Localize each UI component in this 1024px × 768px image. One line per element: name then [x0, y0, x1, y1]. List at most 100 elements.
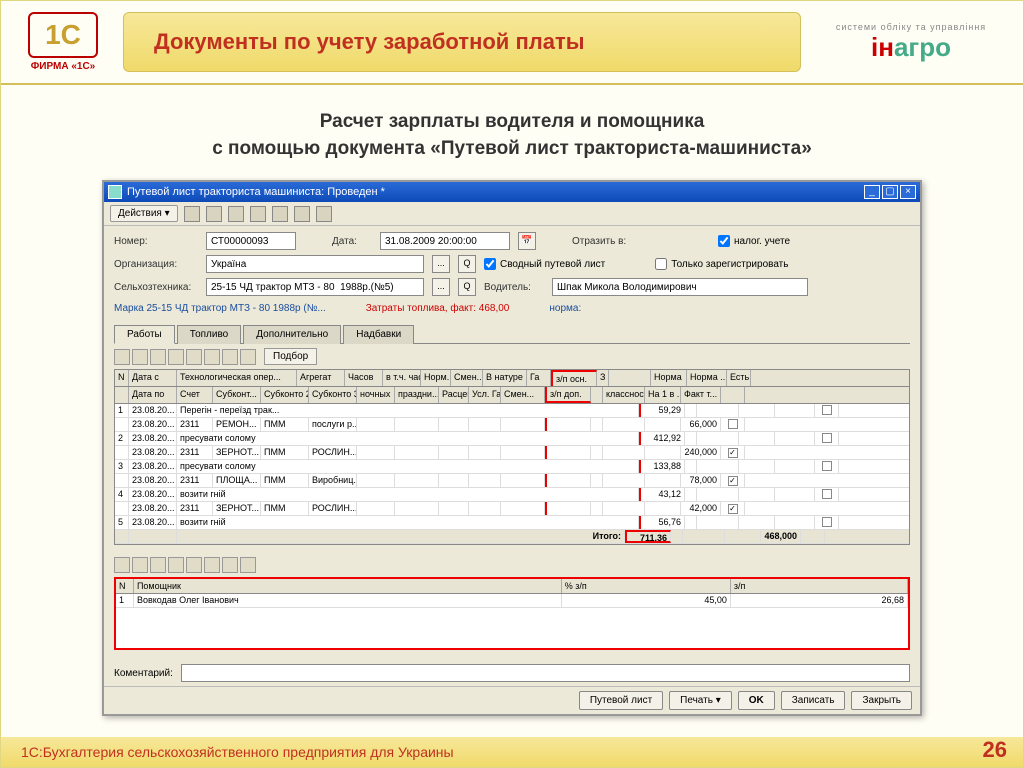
total-ft: 468,000 [761, 530, 801, 543]
grid-subheader: Дата по Счет Субконт... Субконто 2 Субко… [115, 387, 909, 404]
date-picker-button[interactable]: 📅 [518, 232, 536, 250]
driver-label: Водитель: [484, 282, 544, 293]
tech-lookup-button[interactable]: ... [432, 278, 450, 296]
comment-label: Коментарий: [114, 668, 173, 679]
helpers-grid[interactable]: N Помощник % з/п з/п 1 Вовкодав Олег Іва… [114, 577, 910, 650]
tabs: Работы Топливо Дополнительно Надбавки [114, 324, 910, 344]
down-icon[interactable] [204, 557, 220, 573]
info-brand: Марка 25-15 ЧД трактор МТЗ - 80 1988р (№… [114, 303, 326, 314]
edit-icon[interactable] [150, 557, 166, 573]
table-row[interactable]: 423.08.20...возити гній43,12 [115, 488, 909, 502]
info-norm: норма: [549, 303, 581, 314]
works-grid[interactable]: N Дата с Технологическая опер... Агрегат… [114, 369, 910, 545]
up-icon[interactable] [186, 557, 202, 573]
selection-button[interactable]: Подбор [264, 348, 317, 365]
actions-menu[interactable]: Действия ▾ [110, 205, 178, 222]
org-lookup-button[interactable]: ... [432, 255, 450, 273]
toolbar-icon[interactable] [206, 206, 222, 222]
grid-total-row: Итого: 711,36 468,000 [115, 530, 909, 544]
save-button[interactable]: Записать [781, 691, 846, 710]
delete-icon[interactable] [168, 349, 184, 365]
subtitle-line1: Расчет зарплаты водителя и помощника [320, 111, 705, 132]
helpers-toolbar [114, 553, 910, 577]
works-toolbar: Подбор [114, 344, 910, 369]
copy-icon[interactable] [132, 557, 148, 573]
add-icon[interactable] [114, 349, 130, 365]
grid-header: N Дата с Технологическая опер... Агрегат… [115, 370, 909, 387]
number-label: Номер: [114, 236, 198, 247]
info-row: Марка 25-15 ЧД трактор МТЗ - 80 1988р (№… [114, 301, 910, 320]
close-button[interactable]: × [900, 185, 916, 199]
table-row[interactable]: 23.08.20...2311РЕМОН...ПММпослуги р...66… [115, 418, 909, 432]
table-row[interactable]: 523.08.20...возити гній56,76 [115, 516, 909, 530]
comment-row: Коментарий: [104, 656, 920, 686]
toolbar-icon[interactable] [250, 206, 266, 222]
table-row[interactable]: 23.08.20...2311ЗЕРНОТ...ПММРОСЛИН...42,0… [115, 502, 909, 516]
toolbar-icon[interactable] [184, 206, 200, 222]
app-window: Путевой лист тракториста машиниста: Пров… [102, 180, 922, 716]
sort-icon[interactable] [222, 349, 238, 365]
title-band: Документы по учету заработной платы [123, 12, 801, 72]
table-row[interactable]: 223.08.20...пресувати солому412,92 [115, 432, 909, 446]
total-zp: 711,36 [625, 530, 671, 543]
print-button[interactable]: Печать ▾ [669, 691, 732, 710]
zp-header: з/п осн. [551, 370, 597, 386]
add-icon[interactable] [114, 557, 130, 573]
date-label: Дата: [332, 236, 372, 247]
tax-checkbox[interactable]: налог. учете [718, 235, 790, 247]
table-row[interactable]: 123.08.20...Перегін - переїзд трак...59,… [115, 404, 909, 418]
table-row[interactable]: 23.08.20...2311ЗЕРНОТ...ПММРОСЛИН...240,… [115, 446, 909, 460]
helpers-header: N Помощник % з/п з/п [116, 579, 908, 594]
helper-row[interactable]: 1 Вовкодав Олег Іванович 45,00 26,68 [116, 594, 908, 608]
slide-header: 1С ФИРМА «1С» Документы по учету заработ… [1, 1, 1023, 85]
number-input[interactable] [206, 232, 296, 250]
reflect-label: Отразить в: [572, 236, 642, 247]
date-input[interactable] [380, 232, 510, 250]
only-register-checkbox[interactable]: Только зарегистрировать [655, 258, 788, 270]
waybill-button[interactable]: Путевой лист [579, 691, 663, 710]
org-open-button[interactable]: Q [458, 255, 476, 273]
form-body: Номер: Дата: 📅 Отразить в: налог. учете … [104, 226, 920, 656]
tech-open-button[interactable]: Q [458, 278, 476, 296]
org-label: Организация: [114, 259, 198, 270]
filter-icon[interactable] [240, 349, 256, 365]
subtitle: Расчет зарплаты водителя и помощника с п… [1, 85, 1023, 180]
logo-1c: 1С ФИРМА «1С» [13, 12, 113, 72]
copy-icon[interactable] [132, 349, 148, 365]
table-row[interactable]: 323.08.20...пресувати солому133,88 [115, 460, 909, 474]
inagro-wordmark: інагро [811, 32, 1011, 63]
window-icon [108, 185, 122, 199]
sort-icon[interactable] [222, 557, 238, 573]
window-title: Путевой лист тракториста машиниста: Пров… [127, 186, 864, 198]
tech-input[interactable] [206, 278, 424, 296]
close-window-button[interactable]: Закрыть [851, 691, 912, 710]
tab-fuel[interactable]: Топливо [177, 325, 242, 344]
consolidated-checkbox[interactable]: Сводный путевой лист [484, 258, 605, 270]
subtitle-line2: с помощью документа «Путевой лист тракто… [212, 138, 812, 159]
table-row[interactable]: 23.08.20...2311ПЛОЩА...ПММВиробниц...78,… [115, 474, 909, 488]
toolbar-icon[interactable] [294, 206, 310, 222]
driver-input[interactable] [552, 278, 808, 296]
org-input[interactable] [206, 255, 424, 273]
comment-input[interactable] [181, 664, 910, 682]
delete-icon[interactable] [168, 557, 184, 573]
minimize-button[interactable]: _ [864, 185, 880, 199]
tab-works[interactable]: Работы [114, 325, 175, 344]
tab-allowances[interactable]: Надбавки [343, 325, 414, 344]
down-icon[interactable] [204, 349, 220, 365]
up-icon[interactable] [186, 349, 202, 365]
filter-icon[interactable] [240, 557, 256, 573]
toolbar-icon[interactable] [228, 206, 244, 222]
edit-icon[interactable] [150, 349, 166, 365]
page-number: 26 [983, 737, 1007, 763]
maximize-button[interactable]: ▢ [882, 185, 898, 199]
tab-additional[interactable]: Дополнительно [243, 325, 341, 344]
titlebar: Путевой лист тракториста машиниста: Пров… [104, 182, 920, 202]
ok-button[interactable]: OK [738, 691, 775, 710]
logo-1c-label: ФИРМА «1С» [13, 61, 113, 72]
footer-text: 1С:Бухгалтерия сельскохозяйственного пре… [21, 744, 454, 760]
info-fuel: Затраты топлива, факт: 468,00 [366, 303, 510, 314]
toolbar-icon[interactable] [272, 206, 288, 222]
tech-label: Сельхозтехника: [114, 282, 198, 293]
toolbar-icon[interactable] [316, 206, 332, 222]
